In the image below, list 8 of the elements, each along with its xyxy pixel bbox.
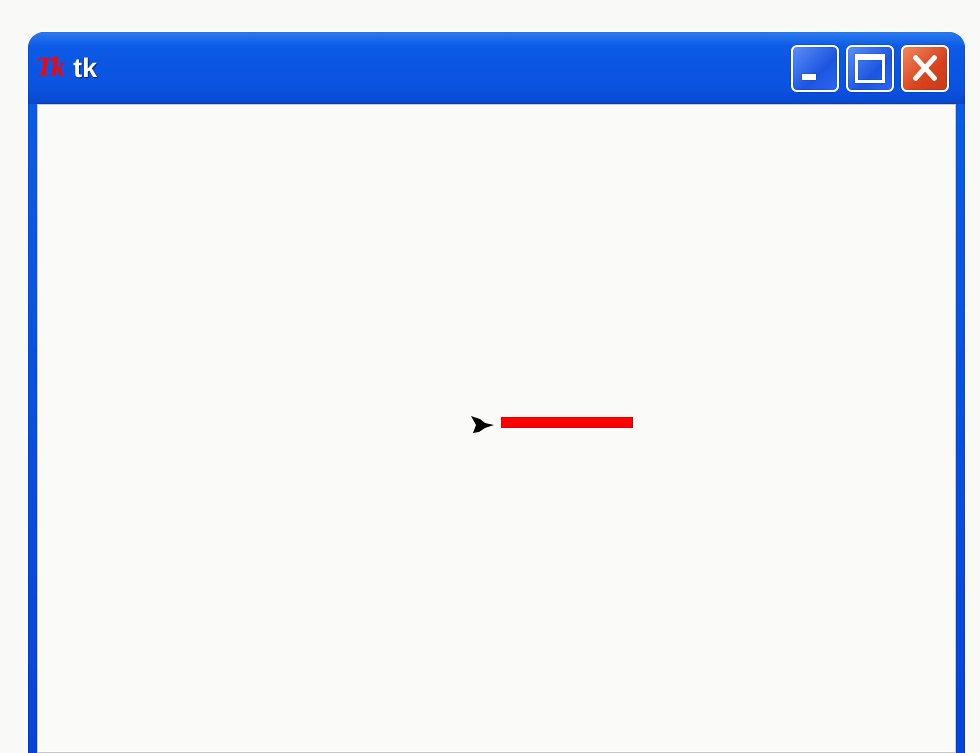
close-icon (913, 55, 937, 81)
window-title: tk (73, 52, 98, 84)
tk-logo: Tk (36, 52, 64, 84)
minimize-icon (802, 74, 816, 80)
maximize-button[interactable] (846, 44, 894, 92)
turtle-icon (471, 416, 494, 433)
close-button[interactable] (901, 44, 949, 92)
minimize-button[interactable] (791, 44, 839, 92)
